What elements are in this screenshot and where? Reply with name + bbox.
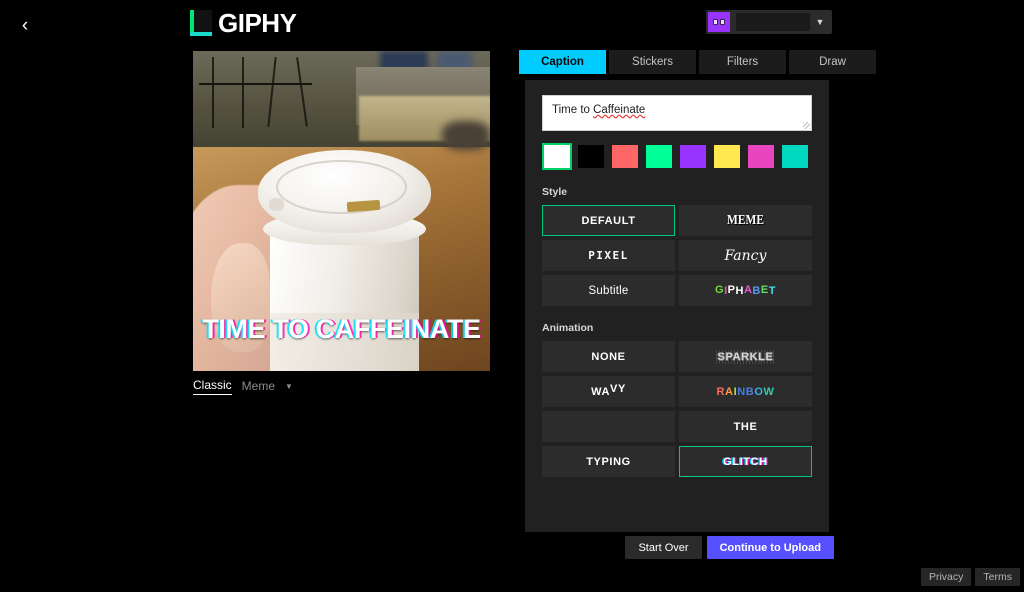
animation-section-label: Animation (542, 322, 594, 334)
swatch-green[interactable] (644, 143, 674, 170)
animation-option-glitch[interactable]: GLITCH (679, 446, 812, 477)
swatch-black[interactable] (576, 143, 606, 170)
mode-classic[interactable]: Classic (193, 378, 232, 395)
animation-option-wavy[interactable]: WAVY (542, 376, 675, 407)
animation-options-grid: NONE SPARKLE WAVY RAINBOW THE TYPING GLI… (542, 341, 812, 477)
mode-meme[interactable]: Meme (242, 379, 275, 395)
panel-footer-actions: Start Over Continue to Upload (625, 536, 834, 559)
terms-link[interactable]: Terms (975, 568, 1020, 586)
tab-draw[interactable]: Draw (789, 50, 876, 74)
chevron-left-icon: ‹ (21, 14, 29, 36)
caption-text-misspelled: Caffeinate (593, 104, 646, 116)
giphy-logo[interactable]: GIPHY (190, 7, 297, 38)
caption-settings-panel: Time to Caffeinate Style DEFAULT MEME PI… (525, 80, 829, 532)
style-option-giphabet-label: GIPHABET (715, 283, 776, 297)
account-controls: ▼ (706, 10, 832, 34)
caption-mode-switcher: Classic Meme ▼ (193, 378, 293, 395)
continue-to-upload-button[interactable]: Continue to Upload (706, 536, 834, 559)
style-option-pixel[interactable]: PIXEL (542, 240, 675, 271)
privacy-link[interactable]: Privacy (920, 568, 972, 586)
gif-preview-area: TIME TO CAFFEINATE Classic Meme ▼ (193, 51, 490, 395)
account-select[interactable] (736, 13, 810, 31)
swatch-pink[interactable] (746, 143, 776, 170)
style-option-fancy[interactable]: Fancy (679, 240, 812, 271)
tab-caption[interactable]: Caption (519, 50, 606, 74)
style-options-grid: DEFAULT MEME PIXEL Fancy Subtitle GIPHAB… (542, 205, 812, 306)
style-option-subtitle-label: Subtitle (588, 284, 629, 297)
eyes-avatar-icon (713, 19, 718, 25)
textarea-resize-handle[interactable] (803, 122, 810, 129)
style-option-default[interactable]: DEFAULT (542, 205, 675, 236)
swatch-purple[interactable] (678, 143, 708, 170)
animation-option-rainbow-label: RAINBOW (716, 385, 775, 398)
legal-links: Privacy Terms (920, 568, 1020, 586)
animation-option-blank[interactable] (542, 411, 675, 442)
style-option-meme-label: MEME (726, 212, 764, 228)
style-option-subtitle[interactable]: Subtitle (542, 275, 675, 306)
animation-option-rainbow[interactable]: RAINBOW (679, 376, 812, 407)
color-swatch-row (542, 143, 812, 170)
editor-tabs: Caption Stickers Filters Draw (519, 50, 876, 74)
animation-option-sparkle[interactable]: SPARKLE (679, 341, 812, 372)
giphy-logo-text: GIPHY (218, 7, 297, 38)
tab-filters[interactable]: Filters (699, 50, 786, 74)
caption-input[interactable]: Time to Caffeinate (542, 95, 812, 131)
giphy-caption-editor: ‹ GIPHY ▼ TIME TO CAFFEINATE Classic Mem… (0, 0, 1024, 592)
eyes-avatar-icon-2 (720, 19, 725, 25)
style-option-giphabet[interactable]: GIPHABET (679, 275, 812, 306)
giphy-logo-mark-icon (190, 10, 212, 36)
style-section-label: Style (542, 186, 568, 198)
style-option-pixel-label: PIXEL (588, 249, 629, 262)
animation-option-glitch-label: GLITCH (723, 455, 768, 468)
animation-option-none[interactable]: NONE (542, 341, 675, 372)
caption-overlay-text[interactable]: TIME TO CAFFEINATE (193, 314, 490, 345)
swatch-red[interactable] (610, 143, 640, 170)
start-over-button[interactable]: Start Over (625, 536, 702, 559)
style-option-fancy-label: Fancy (724, 247, 767, 264)
tab-stickers[interactable]: Stickers (609, 50, 696, 74)
avatar[interactable] (708, 12, 730, 32)
animation-option-typing[interactable]: TYPING (542, 446, 675, 477)
swatch-yellow[interactable] (712, 143, 742, 170)
animation-option-sparkle-label: SPARKLE (715, 349, 776, 364)
animation-option-wavy-label: WAVY (591, 382, 626, 398)
animation-option-the[interactable]: THE (679, 411, 812, 442)
gif-canvas[interactable]: TIME TO CAFFEINATE (193, 51, 490, 371)
caption-text-plain: Time to (552, 104, 594, 116)
caret-down-icon[interactable]: ▼ (285, 382, 293, 391)
chevron-down-icon[interactable]: ▼ (810, 12, 830, 32)
caption-input-wrapper: Time to Caffeinate (542, 95, 812, 131)
style-option-meme[interactable]: MEME (679, 205, 812, 236)
back-button[interactable]: ‹ (8, 8, 42, 42)
swatch-teal[interactable] (780, 143, 810, 170)
swatch-white[interactable] (542, 143, 572, 170)
